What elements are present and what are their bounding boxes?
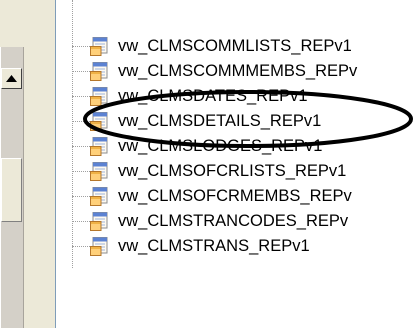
tree-branch-line [72,146,90,147]
screenshot-window: vw_CLMSCOMMLISTS_REPv1 vw_CLMSCOMMMEMBS_… [0,0,414,328]
view-icon [90,162,108,181]
scroll-up-button[interactable] [1,68,22,89]
tree-item-label: vw_CLMSTRANCODES_REPv [118,212,349,230]
tree-item[interactable]: vw_CLMSOFCRMEMBS_REPv [72,184,414,209]
view-icon [90,212,108,231]
scroll-up-arrow-icon [6,75,17,82]
tree-branch-line [72,96,90,97]
tree-item-label: vw_CLMSDATES_REPv1 [118,87,308,105]
tree-branch-line [72,121,90,122]
tree-branch-line [72,46,90,47]
left-panel [0,0,55,328]
view-icon [90,87,108,106]
tree-item-label: vw_CLMSTRANS_REPv1 [118,237,310,255]
tree-item[interactable]: vw_CLMSTRANS_REPv1 [72,234,414,259]
tree-item-label: vw_CLMSCOMMMEMBS_REPv [118,62,358,80]
tree-branch-line [72,221,90,222]
tree-item-label: vw_CLMSOFCRMEMBS_REPv [118,187,352,205]
tree-item-label: vw_CLMSCOMMLISTS_REPv1 [118,37,352,55]
scrollbar-thumb[interactable] [1,158,22,222]
tree-item[interactable]: vw_CLMSLODGES_REPv1 [72,134,414,159]
tree-branch-line [72,171,90,172]
tree-item-label: vw_CLMSOFCRLISTS_REPv1 [118,162,347,180]
view-icon [90,137,108,156]
view-icon [90,62,108,81]
tree-branch-line [72,71,90,72]
tree-item[interactable]: vw_CLMSOFCRLISTS_REPv1 [72,159,414,184]
tree-item-label: vw_CLMSDETAILS_REPv1 [118,112,322,130]
tree-item-selected[interactable]: vw_CLMSDETAILS_REPv1 [72,109,414,134]
tree-item-label: vw_CLMSLODGES_REPv1 [118,137,323,155]
view-icon [90,187,108,206]
view-icon [90,37,108,56]
tree-item[interactable]: vw_CLMSDATES_REPv1 [72,84,414,109]
view-icon [90,237,108,256]
tree-branch-line [72,246,90,247]
tree-item[interactable]: vw_CLMSTRANCODES_REPv [72,209,414,234]
view-icon [90,112,108,131]
tree-branch-line [72,196,90,197]
tree-item[interactable]: vw_CLMSCOMMMEMBS_REPv [72,59,414,84]
tree-item[interactable]: vw_CLMSCOMMLISTS_REPv1 [72,34,414,59]
